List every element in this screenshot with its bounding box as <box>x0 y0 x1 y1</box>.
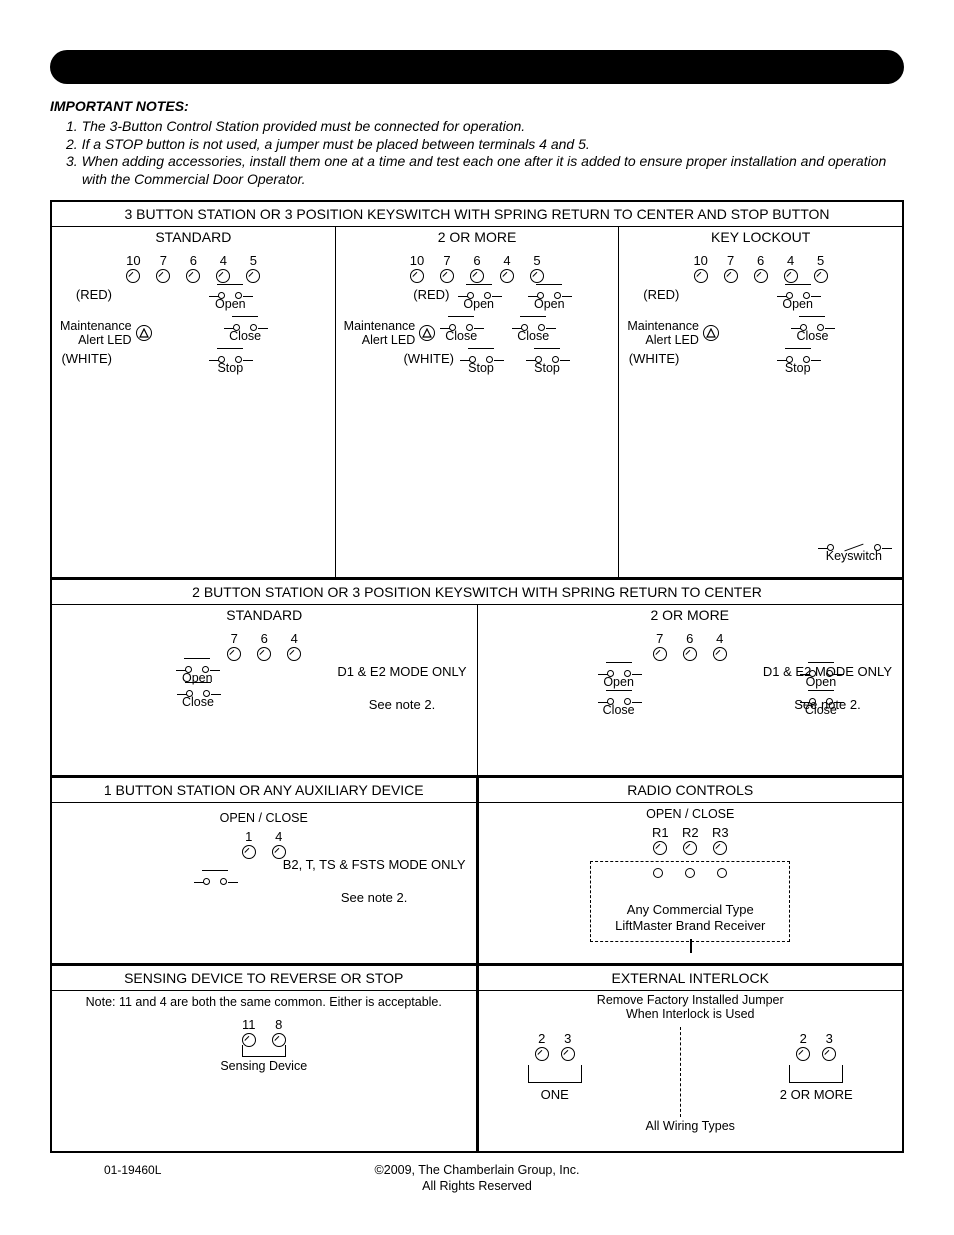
section-sensing-title: SENSING DEVICE TO REVERSE OR STOP <box>52 966 476 990</box>
switch-stop: Stop <box>217 355 243 375</box>
mode-label: D1 & E2 MODE ONLY <box>337 664 466 679</box>
col-1btn: OPEN / CLOSE 1 4 B2, T, TS & FSTS MODE O… <box>52 803 479 963</box>
wire-color-white: (WHITE) <box>394 351 454 366</box>
note-item: 2. If a STOP button is not used, a jumpe… <box>66 136 904 154</box>
col-3btn-2ormore: 2 OR MORE 10 7 6 4 5 (RED) Open Open Mai… <box>336 227 620 577</box>
wire-color-red: (RED) <box>389 287 449 302</box>
section-2btn-title: 2 BUTTON STATION OR 3 POSITION KEYSWITCH… <box>52 580 902 604</box>
col-title: 2 OR MORE <box>336 227 619 249</box>
mode-note: See note 2. <box>763 697 892 712</box>
col-3btn-standard: STANDARD 10 7 6 4 5 (RED) Open Maintenan… <box>52 227 336 577</box>
alert-led-icon <box>419 325 435 341</box>
receiver-box: Any Commercial Type LiftMaster Brand Rec… <box>590 861 790 942</box>
alert-led-icon <box>703 325 719 341</box>
col-title: STANDARD <box>52 227 335 249</box>
wire-color-red: (RED) <box>52 287 112 302</box>
wire-color-white: (WHITE) <box>52 351 112 366</box>
copyright: ©2009, The Chamberlain Group, Inc. <box>50 1163 904 1179</box>
alert-led-icon <box>136 325 152 341</box>
wire-color-white: (WHITE) <box>619 351 679 366</box>
wire-color-red: (RED) <box>619 287 679 302</box>
switch-open: Open <box>215 291 246 311</box>
terminal-strip: 10 7 6 4 5 <box>619 253 902 283</box>
terminal-strip: 10 7 6 4 5 <box>52 253 335 283</box>
col-title: KEY LOCKOUT <box>619 227 902 249</box>
note-item: 1. The 3-Button Control Station provided… <box>66 118 904 136</box>
note-item: 3. When adding accessories, install them… <box>66 153 904 188</box>
rights: All Rights Reserved <box>50 1179 904 1195</box>
section-radio-title: RADIO CONTROLS <box>479 778 903 802</box>
wiring-diagram-box: 3 BUTTON STATION OR 3 POSITION KEYSWITCH… <box>50 200 904 1153</box>
col-2btn-2ormore: 2 OR MORE 7 6 4 Open Open Close Close D1… <box>478 605 903 775</box>
mode-note: See note 2. <box>283 890 466 905</box>
col-radio: OPEN / CLOSE R1 R2 R3 Any Commercial Typ… <box>479 803 903 963</box>
terminal-strip: 10 7 6 4 5 <box>336 253 619 283</box>
important-notes: IMPORTANT NOTES: 1. The 3-Button Control… <box>50 98 904 188</box>
keyswitch-icon: Keyswitch <box>826 544 882 563</box>
section-3btn-title: 3 BUTTON STATION OR 3 POSITION KEYSWITCH… <box>52 202 902 226</box>
switch-close: Close <box>229 323 261 343</box>
sensing-device-label: Sensing Device <box>52 1059 476 1073</box>
notes-heading: IMPORTANT NOTES: <box>50 98 904 114</box>
section-interlock-title: EXTERNAL INTERLOCK <box>479 966 903 990</box>
mode-note: See note 2. <box>337 697 466 712</box>
section-1btn-title: 1 BUTTON STATION OR ANY AUXILIARY DEVICE <box>52 778 476 802</box>
footer: ©2009, The Chamberlain Group, Inc. All R… <box>50 1163 904 1194</box>
mode-label: D1 & E2 MODE ONLY <box>763 664 892 679</box>
document-number: 01-19460L <box>104 1163 161 1177</box>
col-2btn-standard: STANDARD 7 6 4 Open Close D1 & E2 MODE O… <box>52 605 478 775</box>
col-sensing: Note: 11 and 4 are both the same common.… <box>52 991 479 1151</box>
header-bar <box>50 50 904 84</box>
mode-label: B2, T, TS & FSTS MODE ONLY <box>283 857 466 872</box>
notes-list: 1. The 3-Button Control Station provided… <box>50 118 904 188</box>
col-interlock: Remove Factory Installed Jumper When Int… <box>479 991 903 1151</box>
col-3btn-keylockout: KEY LOCKOUT 10 7 6 4 5 (RED) Open Mainte… <box>619 227 902 577</box>
